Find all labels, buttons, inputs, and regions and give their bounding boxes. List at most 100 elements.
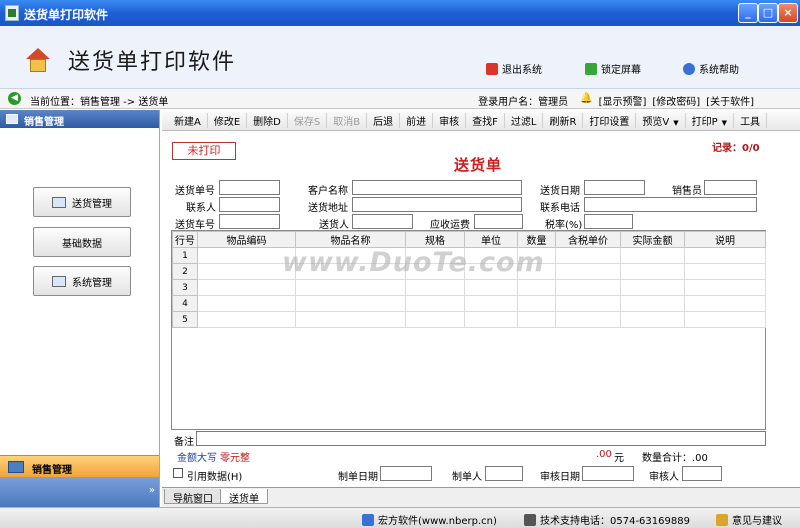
grid-cell[interactable] [517,247,556,264]
table-row[interactable]: 3 [172,279,766,296]
toolbar-button-14[interactable]: 工具 [734,113,768,128]
maximize-button[interactable]: □ [758,3,778,23]
toolbar-button-8[interactable]: 查找F [466,113,505,128]
toolbar-button-12[interactable]: 预览V ▼ [636,113,686,128]
grid-cell[interactable] [295,279,406,296]
grid-column-header[interactable]: 行号 [172,231,198,248]
sidebar-button-system[interactable]: 系统管理 [33,266,131,296]
toolbar-button-9[interactable]: 过滤L [505,113,544,128]
grid-column-header[interactable]: 数量 [517,231,556,248]
sidebar-button-basic-data[interactable]: 基础数据 [33,227,131,257]
note-input[interactable] [196,431,766,446]
grid-cell[interactable] [620,263,685,280]
tax-rate-input[interactable] [584,214,633,229]
grid-cell[interactable] [464,311,518,328]
show-warning-link[interactable]: [显示预警] [599,93,647,108]
grid-cell[interactable] [555,295,621,312]
phone-input[interactable] [584,197,757,212]
grid-column-header[interactable]: 规格 [405,231,465,248]
sidebar-footer-sales[interactable]: 销售管理 [0,455,159,477]
grid-cell[interactable] [517,263,556,280]
table-row[interactable]: 4 [172,295,766,312]
expand-chevron-icon[interactable]: » [149,485,155,496]
grid-cell[interactable] [464,263,518,280]
grid-cell[interactable] [464,279,518,296]
grid-cell[interactable] [464,247,518,264]
grid-cell[interactable] [555,311,621,328]
grid-cell[interactable] [405,247,465,264]
grid-cell[interactable] [405,295,465,312]
toolbar-button-11[interactable]: 打印设置 [583,113,637,128]
grid-cell[interactable] [620,311,685,328]
salesman-input[interactable] [704,180,757,195]
toolbar-button-4[interactable]: 取消B [327,113,368,128]
grid-cell[interactable] [197,295,296,312]
grid-cell[interactable] [197,263,296,280]
grid-cell[interactable] [197,247,296,264]
table-row[interactable]: 5 [172,311,766,328]
grid-cell[interactable] [295,247,406,264]
grid-column-header[interactable]: 物品编码 [197,231,296,248]
reviewer-input[interactable] [682,466,722,481]
grid-cell[interactable] [620,295,685,312]
grid-cell[interactable] [684,279,766,296]
toolbar-button-1[interactable]: 修改E [208,113,248,128]
grid-column-header[interactable]: 单位 [464,231,518,248]
grid-cell[interactable] [405,311,465,328]
toolbar-button-0[interactable]: 新建A [168,113,208,128]
change-password-link[interactable]: [修改密码] [652,93,700,108]
grid-cell[interactable] [295,295,406,312]
grid-cell[interactable] [684,247,766,264]
lock-screen-button[interactable]: 锁定屏幕 [585,61,641,76]
grid-cell[interactable] [295,311,406,328]
about-link[interactable]: [关于软件] [706,93,754,108]
grid-cell[interactable] [517,311,556,328]
dropdown-arrow-icon[interactable]: ▼ [722,119,727,127]
system-help-button[interactable]: 系统帮助 [683,61,739,76]
vehicle-no-input[interactable] [219,214,280,229]
grid-cell[interactable] [517,295,556,312]
grid-cell[interactable] [555,263,621,280]
grid-cell[interactable] [620,279,685,296]
deliverer-input[interactable] [352,214,413,229]
grid-column-header[interactable]: 含税单价 [555,231,621,248]
toolbar-button-13[interactable]: 打印P ▼ [686,113,735,128]
freight-input[interactable] [474,214,523,229]
table-row[interactable]: 2 [172,263,766,280]
table-row[interactable]: 1 [172,247,766,264]
grid-cell[interactable] [555,247,621,264]
exit-system-button[interactable]: 退出系统 [486,61,542,76]
grid-cell[interactable] [405,263,465,280]
grid-cell[interactable] [517,279,556,296]
grid-cell[interactable] [197,279,296,296]
grid-column-header[interactable]: 说明 [684,231,766,248]
creator-input[interactable] [485,466,523,481]
toolbar-button-7[interactable]: 审核 [433,113,467,128]
grid-cell[interactable] [197,311,296,328]
delivery-date-input[interactable] [584,180,645,195]
sidebar-button-delivery[interactable]: 送货管理 [33,187,131,217]
toolbar-button-3[interactable]: 保存S [288,113,328,128]
grid-cell[interactable] [684,295,766,312]
minimize-button[interactable]: _ [738,3,758,23]
cite-data-checkbox[interactable] [173,468,183,478]
close-button[interactable]: × [778,3,798,23]
grid-cell[interactable] [464,295,518,312]
toolbar-button-6[interactable]: 前进 [400,113,434,128]
dropdown-arrow-icon[interactable]: ▼ [673,119,678,127]
grid-column-header[interactable]: 物品名称 [295,231,406,248]
review-date-input[interactable] [582,466,634,481]
create-date-input[interactable] [380,466,432,481]
feedback-link[interactable]: 意见与建议 [716,512,782,527]
grid-cell[interactable] [405,279,465,296]
items-grid[interactable]: 行号 物品编码 物品名称 规格 单位 数量 含税单价 实际金额 说明 12345 [171,230,766,430]
order-no-input[interactable] [219,180,280,195]
grid-cell[interactable] [684,263,766,280]
toolbar-button-10[interactable]: 刷新R [543,113,584,128]
toolbar-button-2[interactable]: 删除D [247,113,288,128]
grid-cell[interactable] [620,247,685,264]
grid-cell[interactable] [684,311,766,328]
contact-input[interactable] [219,197,280,212]
back-arrow-icon[interactable]: ◀ [8,92,21,105]
grid-cell[interactable] [295,263,406,280]
